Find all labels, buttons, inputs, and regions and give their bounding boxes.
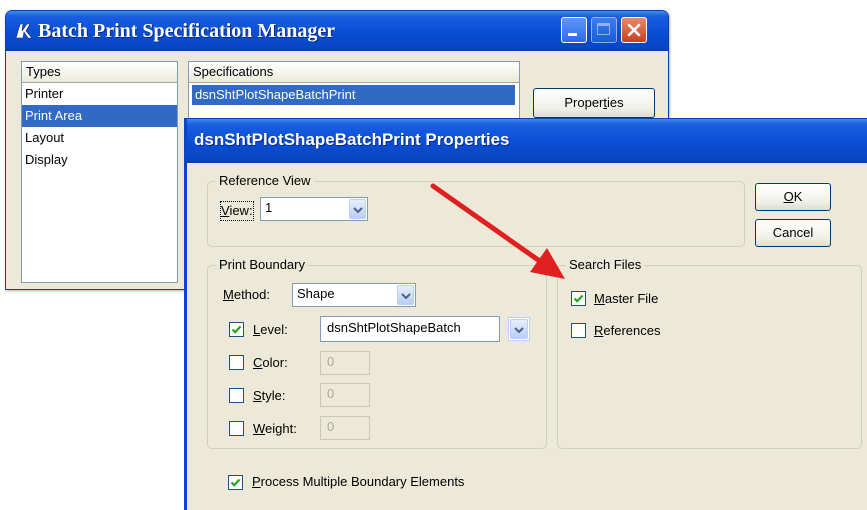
method-label-rest: ethod: <box>233 287 270 302</box>
chevron-down-icon[interactable] <box>510 319 528 339</box>
dialog-title: dsnShtPlotShapeBatchPrint Properties <box>194 130 510 149</box>
master-file-label: Master File <box>594 290 658 308</box>
print-boundary-legend: Print Boundary <box>216 257 308 273</box>
app-icon <box>15 23 33 39</box>
color-input: 0 <box>320 351 370 375</box>
level-label: Level: <box>253 321 288 339</box>
view-dropdown-value: 1 <box>265 200 273 215</box>
properties-dialog: dsnShtPlotShapeBatchPrint Properties Ref… <box>184 118 867 510</box>
properties-label-a: Proper <box>564 95 604 110</box>
master-file-label-rest: aster File <box>604 291 659 306</box>
process-multiple-label-key: P <box>252 474 261 489</box>
print-boundary-group: Print Boundary Method: Shape Level: dsnS… <box>207 257 547 449</box>
checkmark-icon <box>230 478 241 487</box>
title-bar[interactable]: Batch Print Specification Manager <box>6 11 668 51</box>
chevron-down-icon[interactable] <box>397 285 414 305</box>
reference-view-legend: Reference View <box>216 173 314 189</box>
weight-label: Weight: <box>253 420 297 438</box>
cancel-button[interactable]: Cancel <box>755 219 831 247</box>
method-dropdown-value: Shape <box>297 286 335 301</box>
color-label-key: C <box>253 355 263 370</box>
ok-button[interactable]: OK <box>755 183 831 211</box>
process-multiple-label: Process Multiple Boundary Elements <box>252 473 464 491</box>
style-label-key: S <box>253 388 262 403</box>
weight-input: 0 <box>320 416 370 440</box>
minimize-icon[interactable] <box>561 17 587 43</box>
type-item-print-area[interactable]: Print Area <box>22 105 177 127</box>
type-item-printer[interactable]: Printer <box>22 83 177 105</box>
color-label: Color: <box>253 354 288 372</box>
master-file-checkbox[interactable] <box>571 291 586 306</box>
style-label-rest: tyle: <box>261 388 286 403</box>
style-checkbox[interactable] <box>229 388 244 403</box>
ok-label-key: O <box>783 189 794 204</box>
color-label-rest: olor: <box>262 355 288 370</box>
weight-label-key: W <box>253 421 266 436</box>
reference-view-group: Reference View View: 1 <box>207 173 745 247</box>
specifications-column-header[interactable]: Specifications <box>189 62 519 83</box>
search-files-legend: Search Files <box>566 257 645 273</box>
method-label: Method: <box>223 286 270 304</box>
properties-button[interactable]: Properties <box>533 88 655 118</box>
spec-item[interactable]: dsnShtPlotShapeBatchPrint <box>192 85 515 105</box>
type-item-layout[interactable]: Layout <box>22 127 177 149</box>
chevron-down-icon[interactable] <box>349 199 366 219</box>
checkmark-icon <box>231 325 242 334</box>
references-label-rest: eferences <box>603 323 661 338</box>
view-label-rest: iew: <box>229 203 253 218</box>
checkmark-icon <box>573 294 584 303</box>
level-checkbox[interactable] <box>229 322 244 337</box>
weight-checkbox[interactable] <box>229 421 244 436</box>
references-label-key: R <box>594 323 604 338</box>
types-list[interactable]: Types Printer Print Area Layout Display <box>21 61 178 283</box>
method-dropdown[interactable]: Shape <box>292 283 416 307</box>
view-dropdown[interactable]: 1 <box>260 197 368 221</box>
search-files-group: Search Files Master File References <box>557 257 862 449</box>
view-label: View: <box>220 201 254 221</box>
references-checkbox[interactable] <box>571 323 586 338</box>
process-multiple-checkbox[interactable] <box>228 475 243 490</box>
close-icon[interactable] <box>621 17 647 43</box>
types-column-header[interactable]: Types <box>22 62 177 83</box>
properties-label-b: ies <box>607 95 624 110</box>
maximize-icon[interactable] <box>591 17 617 43</box>
process-multiple-label-rest: rocess Multiple Boundary Elements <box>260 474 465 489</box>
style-input: 0 <box>320 383 370 407</box>
type-item-display[interactable]: Display <box>22 149 177 171</box>
style-label: Style: <box>253 387 286 405</box>
level-picker-button[interactable] <box>508 317 530 341</box>
level-input[interactable]: dsnShtPlotShapeBatch <box>320 316 500 342</box>
method-label-key: M <box>223 287 234 302</box>
level-label-rest: evel: <box>260 322 288 337</box>
master-file-label-key: M <box>594 291 605 306</box>
window-title: Batch Print Specification Manager <box>38 20 336 42</box>
ok-label-rest: K <box>793 189 803 204</box>
dialog-title-bar[interactable]: dsnShtPlotShapeBatchPrint Properties <box>187 119 867 163</box>
color-checkbox[interactable] <box>229 355 244 370</box>
references-label: References <box>594 322 660 340</box>
weight-label-rest: eight: <box>265 421 297 436</box>
